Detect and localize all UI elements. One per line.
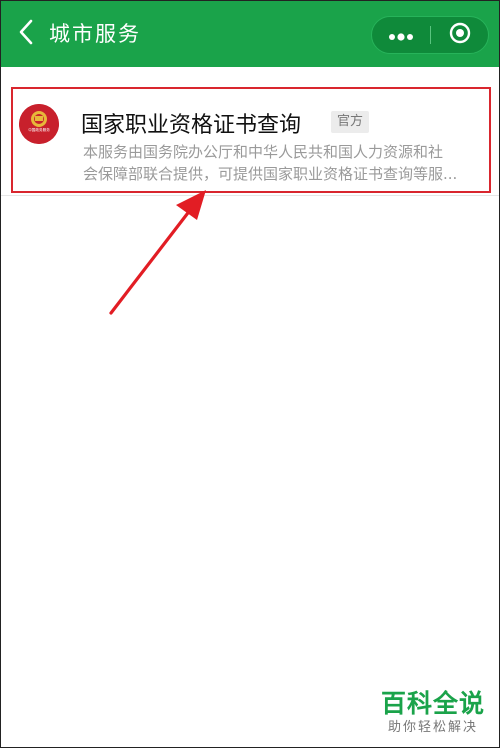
more-dots-icon: [388, 26, 414, 45]
watermark-title: 百科全说: [380, 689, 485, 718]
divider: [1, 195, 499, 196]
more-button[interactable]: [372, 17, 430, 53]
service-list: 中国政务服务 国家职业资格证书查询 官方 本服务由国务院办公厅和中华人民共和国人…: [1, 67, 499, 747]
navigation-bar: 城市服务: [1, 1, 499, 67]
back-button[interactable]: [11, 19, 41, 49]
service-result-item[interactable]: 中国政务服务 国家职业资格证书查询 官方 本服务由国务院办公厅和中华人民共和国人…: [7, 81, 493, 193]
close-mini-program-button[interactable]: [431, 17, 489, 53]
mini-program-capsule: [371, 16, 489, 54]
watermark: 百科全说 助你轻松解决: [381, 689, 485, 737]
target-circle-icon: [449, 22, 471, 48]
page-title: 城市服务: [49, 22, 141, 46]
watermark-subtitle: 助你轻松解决: [387, 720, 478, 735]
highlight-box: [11, 87, 491, 193]
chevron-left-icon: [17, 19, 35, 49]
phone-screen: 城市服务 中国政务服务 国家职业资格证书查询 官方 本服务由国务院办公厅和中华人…: [0, 0, 500, 748]
